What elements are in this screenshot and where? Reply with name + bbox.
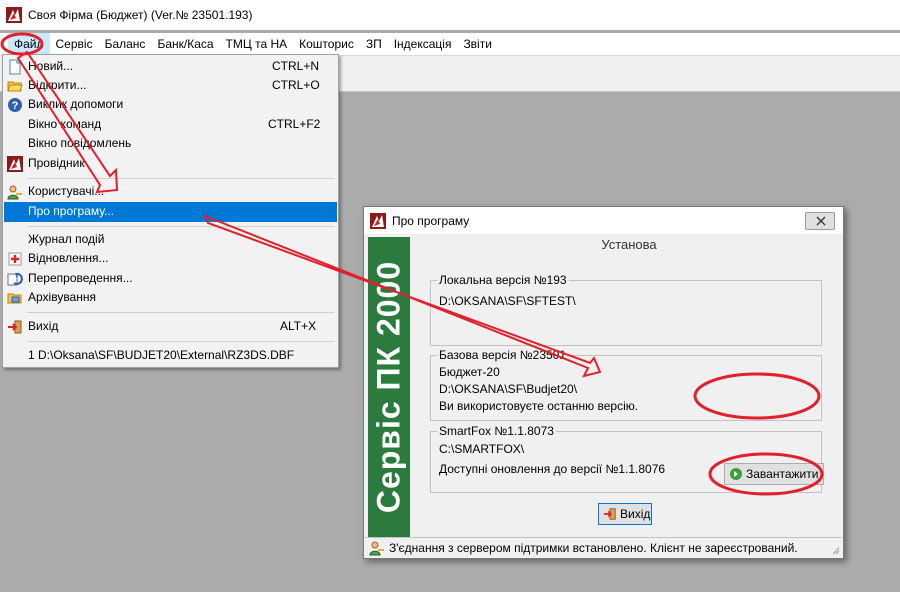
base-version-status: Ви використовуєте останню версію. [439,399,639,413]
window-title-bar: Своя Фірма (Бюджет) (Ver.№ 23501.193) [0,0,900,30]
menu-separator [27,178,334,179]
menu-item-repost[interactable]: Перепроведення... [4,269,337,288]
repost-icon [7,272,23,286]
menu-separator [27,341,334,342]
menu-balance[interactable]: Баланс [99,33,152,55]
base-version-name: Бюджет-20 [439,365,500,379]
users-icon [7,185,22,200]
open-folder-icon [7,81,23,92]
menu-item-message-window[interactable]: Вікно повідомлень [4,134,337,153]
menu-item-archive[interactable]: Архівування [4,288,337,307]
menu-separator [27,312,334,313]
about-dialog: Про програму Сервіс ПК 2000 Установа Лок… [363,206,844,559]
download-button[interactable]: Завантажити [724,463,824,485]
smartfox-label: SmartFox №1.1.8073 [437,424,556,438]
help-icon: ? [8,98,22,112]
users-icon [369,541,384,555]
exit-icon [603,508,616,520]
archive-icon [7,293,22,304]
status-bar: З'єднання з сервером підтримки встановле… [365,537,842,557]
menu-inventory[interactable]: ТМЦ та НА [220,33,294,55]
new-document-icon [9,59,21,75]
close-icon [816,216,826,226]
menu-salary[interactable]: ЗП [360,33,388,55]
menu-item-command-window[interactable]: Вікно команд CTRL+F2 [4,115,337,134]
base-version-path: D:\OKSANA\SF\Budjet20\ [439,382,578,396]
menu-budget[interactable]: Кошторис [293,33,360,55]
smartfox-path: C:\SMARTFOX\ [439,442,525,456]
status-text: З'єднання з сервером підтримки встановле… [389,540,798,555]
menu-item-recent-file[interactable]: 1 D:\Oksana\SF\BUDJET20\External\RZ3DS.D… [4,346,337,365]
exit-button[interactable]: Вихід [598,503,652,525]
banner-text: Сервіс ПК 2000 [370,260,407,514]
window-title: Своя Фірма (Бюджет) (Ver.№ 23501.193) [28,8,253,22]
file-menu: Новий... CTRL+N Відкрити... CTRL+O ? Вик… [2,54,339,368]
exit-icon [8,320,22,334]
smartfox-update-text: Доступні оновлення до версії №1.1.8076 [439,462,666,476]
resize-grip-icon[interactable] [830,545,840,555]
app-logo-icon [6,7,22,23]
local-version-path: D:\OKSANA\SF\SFTEST\ [439,294,576,308]
download-arrow-icon [730,468,742,480]
menu-reports[interactable]: Звіти [457,33,498,55]
dialog-title-bar: Про програму [364,207,843,234]
menu-item-exit[interactable]: Вихід ALT+X [4,317,337,336]
menu-item-about[interactable]: Про програму... [4,202,337,222]
local-version-group: Локальна версія №193 D:\OKSANA\SF\SFTEST… [430,273,822,346]
menu-bank-cash[interactable]: Банк/Каса [151,33,219,55]
dialog-title: Про програму [392,213,470,228]
menu-separator [27,226,334,227]
svg-text:?: ? [12,100,19,112]
menu-item-open[interactable]: Відкрити... CTRL+O [4,76,337,95]
section-heading: Установа [601,237,657,252]
menubar: Файл Сервіс Баланс Банк/Каса ТМЦ та НА К… [0,33,900,55]
app-logo-icon [7,156,23,172]
close-button[interactable] [805,212,835,230]
menu-item-event-log[interactable]: Журнал подій [4,230,337,249]
restore-icon [8,252,22,266]
menu-item-restore[interactable]: Відновлення... [4,249,337,268]
menu-item-help[interactable]: ? Виклик допомоги [4,95,337,114]
app-logo-icon [370,212,386,229]
menu-item-new[interactable]: Новий... CTRL+N [4,57,337,76]
menu-item-users[interactable]: Користувачі... [4,182,337,201]
base-version-group: Базова версія №23501 Бюджет-20 D:\OKSANA… [430,348,822,421]
menu-file[interactable]: Файл [8,33,50,55]
base-version-label: Базова версія №23501 [437,348,569,362]
menu-indexation[interactable]: Індексація [388,33,458,55]
menu-item-explorer[interactable]: Провідник [4,154,337,173]
local-version-label: Локальна версія №193 [437,273,569,287]
product-banner: Сервіс ПК 2000 [368,237,410,537]
menu-service[interactable]: Сервіс [50,33,99,55]
